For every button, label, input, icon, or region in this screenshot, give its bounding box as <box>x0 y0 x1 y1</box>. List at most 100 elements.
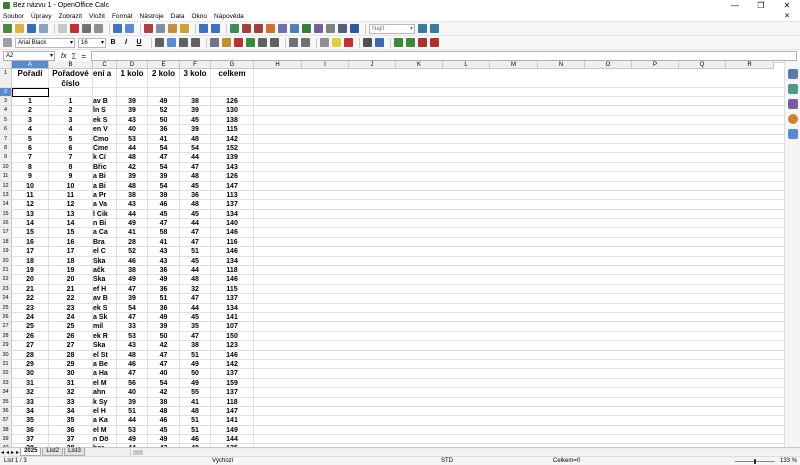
edit-file-icon[interactable] <box>58 24 67 33</box>
cell-kolo2[interactable]: 42 <box>148 341 180 351</box>
cell-kolo1[interactable]: 47 <box>117 284 148 295</box>
cell-celkem[interactable]: 147 <box>211 181 254 191</box>
cell-kolo1[interactable]: 46 <box>117 256 148 267</box>
cell-jmeno[interactable]: n Dö <box>93 435 117 445</box>
empty-cells[interactable] <box>254 135 785 144</box>
find-previous-icon[interactable] <box>430 24 439 33</box>
empty-cells[interactable] <box>254 172 785 182</box>
cell-kolo2[interactable]: 39 <box>148 190 180 201</box>
empty-cells[interactable] <box>254 351 785 360</box>
menu-soubor[interactable]: Soubor <box>3 13 24 20</box>
function-button[interactable]: = <box>81 52 86 61</box>
cell-poradove-cislo[interactable]: 28 <box>49 350 93 360</box>
cell-poradove-cislo[interactable]: 30 <box>49 369 93 379</box>
cell-kolo3[interactable]: 51 <box>180 247 211 257</box>
row-header[interactable]: 39 <box>0 435 12 445</box>
cell-celkem[interactable]: 137 <box>211 294 254 304</box>
empty-cells[interactable] <box>254 407 785 417</box>
cell-poradi[interactable]: 36 <box>12 425 49 436</box>
column-header-l[interactable]: L <box>443 61 490 69</box>
cell-kolo2[interactable]: 54 <box>148 181 180 191</box>
cell-poradove-cislo[interactable]: 15 <box>49 228 93 238</box>
column-header-b[interactable]: B <box>49 61 93 69</box>
italic-button[interactable]: I <box>122 39 130 46</box>
row-header[interactable]: 18 <box>0 237 12 248</box>
cell-jmeno[interactable]: a Pr <box>93 190 117 201</box>
row-header[interactable]: 21 <box>0 266 12 276</box>
menu-data[interactable]: Data <box>171 13 185 20</box>
column-header-g[interactable]: G <box>211 61 254 69</box>
merge-cells-icon[interactable] <box>210 38 219 47</box>
cell-jmeno[interactable]: el C <box>93 247 117 257</box>
empty-cells[interactable] <box>254 228 785 238</box>
functions-sidebar-icon[interactable] <box>787 129 798 139</box>
cell-poradi[interactable]: 4 <box>12 125 49 135</box>
cell-poradi[interactable]: 26 <box>12 331 49 342</box>
cell-kolo1[interactable]: 41 <box>117 228 148 238</box>
cell-kolo3[interactable]: 48 <box>180 172 211 182</box>
cell-kolo2[interactable]: 50 <box>148 331 180 342</box>
empty-cells[interactable] <box>254 285 785 295</box>
cell-kolo1[interactable]: 42 <box>117 162 148 173</box>
cell-poradi[interactable]: 20 <box>12 275 49 285</box>
add-decimal-icon[interactable] <box>258 38 267 47</box>
zoom-icon[interactable] <box>338 24 347 33</box>
spreadsheet-grid[interactable]: A B C D E F G H I J K L M N O P Q R 1 Po… <box>0 61 785 447</box>
empty-cell[interactable] <box>49 88 93 97</box>
cell-poradi[interactable]: 25 <box>12 322 49 332</box>
empty-cells[interactable] <box>254 191 785 201</box>
maximize-button[interactable]: ❐ <box>748 0 774 11</box>
cell-kolo3[interactable]: 48 <box>180 275 211 285</box>
cell-kolo1[interactable]: 38 <box>117 266 148 276</box>
cell-celkem[interactable]: 142 <box>211 134 254 144</box>
cell-poradove-cislo[interactable]: 14 <box>49 219 93 229</box>
print-icon[interactable] <box>82 24 91 33</box>
cell-jmeno[interactable]: mil <box>93 322 117 332</box>
empty-cells[interactable] <box>254 435 785 445</box>
cell-poradove-cislo[interactable]: 27 <box>49 341 93 351</box>
cell-kolo1[interactable]: 33 <box>117 322 148 332</box>
cell-poradove-cislo[interactable]: 16 <box>49 237 93 248</box>
spellcheck-icon[interactable] <box>113 24 122 33</box>
cell-kolo3[interactable]: 48 <box>180 406 211 417</box>
column-header-p[interactable]: P <box>632 61 679 69</box>
cell-celkem[interactable]: 140 <box>211 219 254 229</box>
cell-kolo3[interactable]: 47 <box>180 294 211 304</box>
cell-kolo3[interactable]: 45 <box>180 115 211 126</box>
cell-poradove-cislo[interactable]: 7 <box>49 153 93 163</box>
formula-input[interactable] <box>91 51 797 61</box>
cell-kolo2[interactable]: 39 <box>148 172 180 182</box>
email-icon[interactable] <box>39 24 48 33</box>
print-preview-icon[interactable] <box>94 24 103 33</box>
menu-upravy[interactable]: Úpravy <box>31 13 52 20</box>
cell-kolo3[interactable]: 38 <box>180 341 211 351</box>
cell-jmeno[interactable]: ef H <box>93 284 117 295</box>
cut-icon[interactable] <box>144 24 153 33</box>
row-header[interactable]: 11 <box>0 172 12 182</box>
cell-jmeno[interactable]: k Sy <box>93 397 117 407</box>
cell-jmeno[interactable]: Čmo <box>93 134 117 144</box>
row-header[interactable]: 22 <box>0 275 12 285</box>
cell-kolo2[interactable]: 54 <box>148 378 180 389</box>
cell-kolo1[interactable]: 53 <box>117 425 148 436</box>
cell-poradove-cislo[interactable]: 25 <box>49 322 93 332</box>
cell-poradove-cislo[interactable]: 33 <box>49 397 93 407</box>
cell-kolo3[interactable]: 50 <box>180 369 211 379</box>
cell-poradove-cislo[interactable]: 21 <box>49 284 93 295</box>
menu-vlozit[interactable]: Vložit <box>89 13 105 20</box>
cell-celkem[interactable]: 126 <box>211 97 254 107</box>
cell-poradi[interactable]: 5 <box>12 134 49 144</box>
borders-icon[interactable] <box>320 38 329 47</box>
cell-kolo2[interactable]: 41 <box>148 237 180 248</box>
cell-jmeno[interactable]: ek S <box>93 303 117 313</box>
sort-descending-icon[interactable] <box>254 24 263 33</box>
cell-kolo2[interactable]: 45 <box>148 425 180 436</box>
empty-cells[interactable] <box>254 163 785 173</box>
cell-jmeno[interactable]: l Cik <box>93 209 117 220</box>
font-color-icon[interactable] <box>344 38 353 47</box>
empty-cells[interactable] <box>254 275 785 285</box>
currency-icon[interactable] <box>222 38 231 47</box>
sum-button[interactable]: Σ <box>71 52 76 61</box>
cell-kolo3[interactable]: 51 <box>180 416 211 426</box>
cell-poradi[interactable]: 23 <box>12 303 49 313</box>
